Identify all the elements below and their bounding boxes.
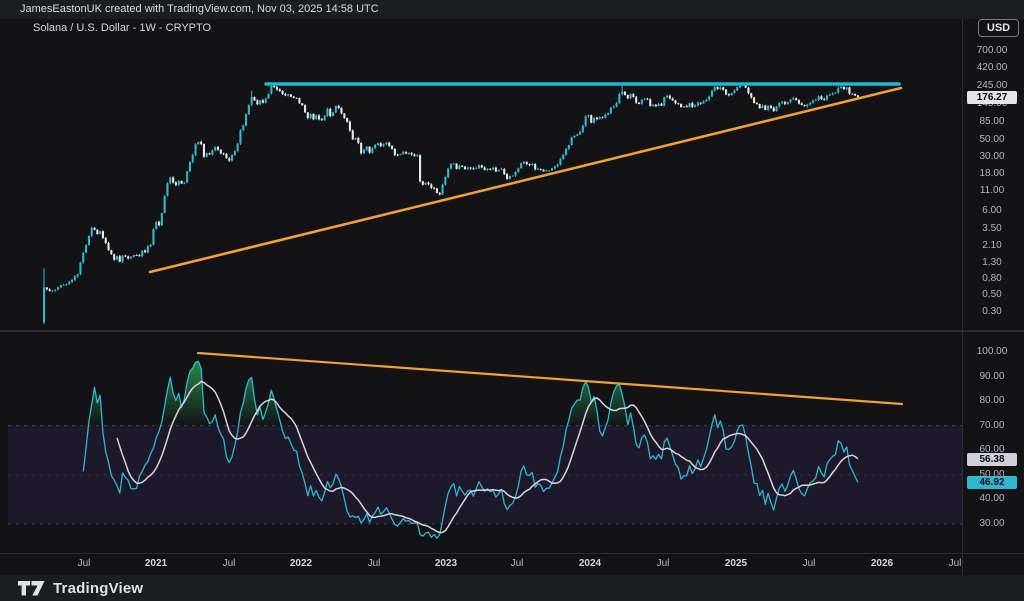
time-axis-label: 2022: [283, 558, 319, 569]
time-axis-label: Jul: [211, 558, 247, 569]
tradingview-logo-icon[interactable]: [18, 581, 45, 596]
time-axis-divider: [0, 553, 1024, 554]
time-axis-label: 2023: [428, 558, 464, 569]
time-axis-label: 2024: [572, 558, 608, 569]
rsi-axis-label: 40.00: [966, 493, 1018, 505]
time-axis-label: Jul: [791, 558, 827, 569]
time-axis-label: Jul: [937, 558, 973, 569]
price-axis-label: 6.00: [966, 205, 1018, 217]
footer-bar: TradingView: [0, 575, 1024, 601]
rsi-axis-label: 80.00: [966, 395, 1018, 407]
price-axis-label: 0.80: [966, 273, 1018, 285]
price-axis-label: 11.00: [966, 185, 1018, 197]
rsi-ma-badge: 56.38: [967, 453, 1017, 466]
price-axis-label: 0.50: [966, 289, 1018, 301]
time-axis-label: Jul: [66, 558, 102, 569]
time-axis-label: 2025: [718, 558, 754, 569]
symbol-title: Solana / U.S. Dollar - 1W - CRYPTO: [33, 22, 211, 34]
price-axis-divider: [962, 19, 963, 575]
rsi-axis-label: 100.00: [966, 346, 1018, 358]
rsi-axis-label: 30.00: [966, 518, 1018, 530]
time-axis-label: Jul: [356, 558, 392, 569]
rsi-axis-label: 70.00: [966, 420, 1018, 432]
tradingview-snapshot: JamesEastonUK created with TradingView.c…: [0, 0, 1024, 601]
time-axis-label: Jul: [645, 558, 681, 569]
pane-divider[interactable]: [0, 330, 1024, 332]
rsi-axis-label: 90.00: [966, 371, 1018, 383]
price-axis-label: 2.10: [966, 240, 1018, 252]
rsi-badge: 46.92: [967, 476, 1017, 489]
currency-button[interactable]: USD: [978, 19, 1019, 37]
price-axis-label: 0.30: [966, 306, 1018, 318]
price-axis-label: 420.00: [966, 62, 1018, 74]
price-axis-label: 3.50: [966, 223, 1018, 235]
chart-canvas[interactable]: [0, 0, 1024, 601]
last-price-badge: 176.27: [967, 91, 1017, 104]
time-axis-label: 2021: [138, 558, 174, 569]
tradingview-logo-text[interactable]: TradingView: [53, 580, 143, 597]
time-axis-label: 2026: [864, 558, 900, 569]
price-axis-label: 85.00: [966, 116, 1018, 128]
price-axis-label: 1.30: [966, 257, 1018, 269]
price-axis-label: 18.00: [966, 168, 1018, 180]
time-axis-label: Jul: [499, 558, 535, 569]
price-axis-label: 30.00: [966, 151, 1018, 163]
price-axis-label: 50.00: [966, 134, 1018, 146]
price-axis-label: 700.00: [966, 45, 1018, 57]
